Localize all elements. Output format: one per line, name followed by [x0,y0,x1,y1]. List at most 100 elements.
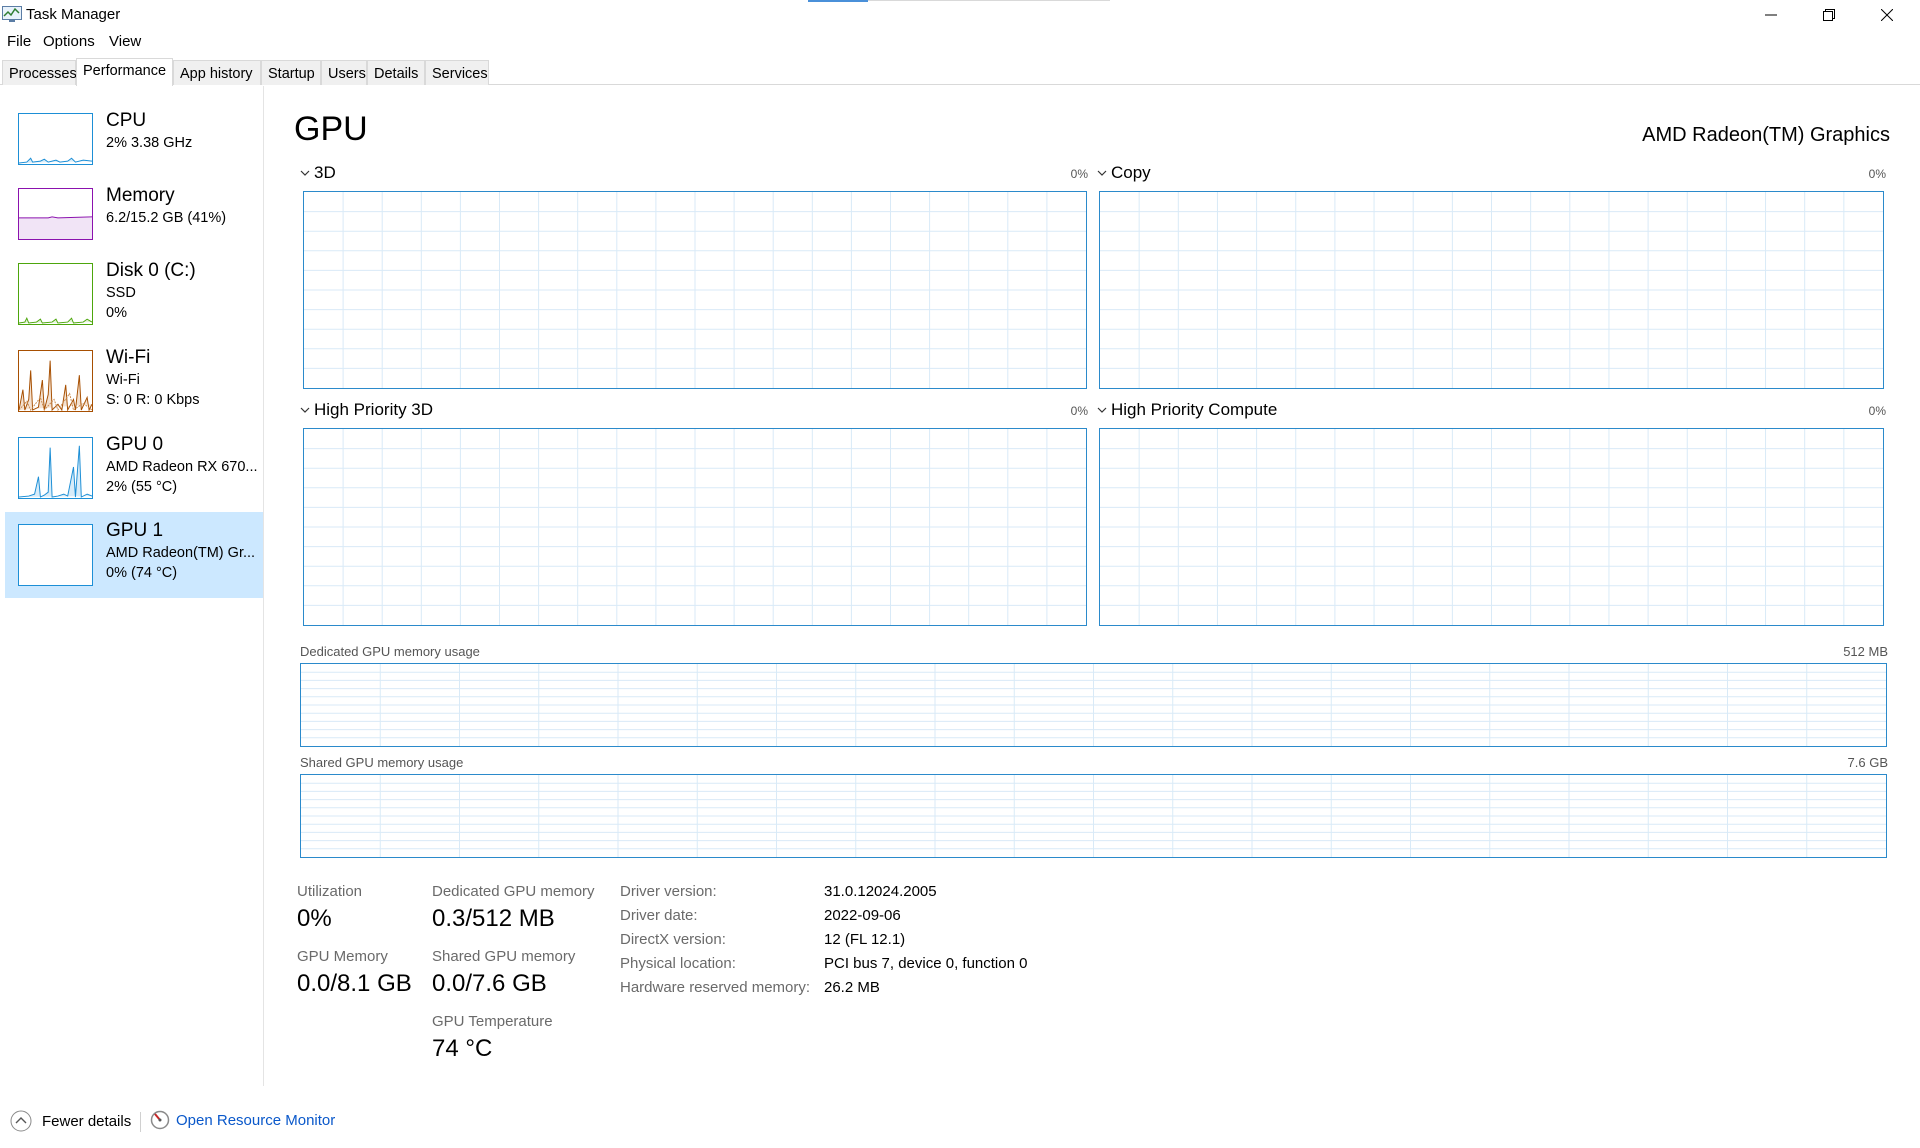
sidebar-item-value: S: 0 R: 0 Kbps [106,392,200,408]
chevron-up-circle-icon [10,1110,32,1132]
fewer-details-label: Fewer details [42,1112,132,1130]
menu-bar: File Options View [0,30,1920,54]
title-divider-line [868,0,1110,1]
sidebar-item-detail: SSD [106,285,136,301]
engine-graph-high-priority-compute [1099,428,1884,626]
sidebar-item-value: 0% [106,305,127,321]
gpu-temperature-label: GPU Temperature [432,1013,553,1030]
tab-services[interactable]: Services [425,60,489,85]
chevron-down-icon [1097,407,1107,413]
minimize-button[interactable] [1742,0,1800,30]
physical-location-label: Physical location: [620,955,736,972]
gpu-device-name: AMD Radeon(TM) Graphics [1642,124,1890,146]
tab-users[interactable]: Users [321,60,367,85]
minimize-icon [1765,14,1777,16]
sidebar-item-memory[interactable]: Memory 6.2/15.2 GB (41%) [5,181,263,267]
sidebar-item-label: GPU 0 [106,434,164,455]
engine-selector-high-priority-compute[interactable]: High Priority Compute [1097,400,1277,420]
dedicated-memory-value: 0.3/512 MB [432,905,555,932]
footer-separator [140,1112,141,1132]
menu-file[interactable]: File [7,33,31,50]
shared-memory-graph-label: Shared GPU memory usage [300,755,464,770]
gpu-memory-value: 0.0/8.1 GB [297,970,412,997]
driver-version-label: Driver version: [620,883,717,900]
dedicated-memory-graph-label: Dedicated GPU memory usage [300,644,480,659]
sidebar-item-detail: Wi-Fi [106,372,140,388]
graph-grid [301,664,1886,746]
tab-processes[interactable]: Processes [2,60,77,85]
engine-graph-high-priority-3d [303,428,1087,626]
sidebar-item-detail: 6.2/15.2 GB (41%) [106,210,227,226]
engine-graph-3d [303,191,1087,389]
shared-memory-value: 0.0/7.6 GB [432,970,547,997]
resource-list: CPU 2% 3.38 GHz Memory 6.2/15.2 GB (41%)… [0,86,264,1086]
menu-options[interactable]: Options [43,33,95,50]
engine-selector-high-priority-3d[interactable]: High Priority 3D [300,400,433,420]
wifi-thumbnail-graph [18,350,93,412]
engine-graph-copy [1099,191,1884,389]
memory-thumbnail-graph [18,188,93,240]
engine-label: 3D [314,163,336,182]
engine-percent: 0% [1868,404,1886,418]
title-bar: Task Manager [0,0,1920,30]
chevron-down-icon [300,407,310,413]
engine-label: High Priority 3D [314,400,434,419]
task-manager-app-icon [2,6,22,22]
driver-version-value: 31.0.12024.2005 [824,883,937,900]
fewer-details-button[interactable]: Fewer details [10,1110,131,1132]
gpu0-thumbnail-graph [18,437,93,499]
sidebar-item-detail: AMD Radeon(TM) Gr... [106,545,256,561]
sidebar-item-label: Disk 0 (C:) [106,260,196,281]
engine-label: Copy [1111,163,1151,182]
sidebar-item-cpu[interactable]: CPU 2% 3.38 GHz [5,106,263,192]
gpu1-thumbnail-graph [18,524,93,586]
driver-date-label: Driver date: [620,907,698,924]
menu-view[interactable]: View [109,33,141,50]
sidebar-item-label: Wi-Fi [106,347,151,368]
graph-grid [304,192,1086,388]
sidebar-item-value: 2% (55 °C) [106,479,178,495]
sidebar-item-gpu-1[interactable]: GPU 1 AMD Radeon(TM) Gr... 0% (74 °C) [5,512,263,598]
engine-percent: 0% [1070,167,1088,181]
sidebar-item-label: CPU [106,110,147,131]
open-resource-monitor-label: Open Resource Monitor [176,1111,336,1129]
sidebar-item-value: 0% (74 °C) [106,565,178,581]
sidebar-item-label: GPU 1 [106,520,164,541]
gpu-temperature-value: 74 °C [432,1035,493,1062]
title-accent-line [808,0,868,2]
cpu-thumbnail-graph [18,113,93,165]
open-resource-monitor-link[interactable]: Open Resource Monitor [150,1110,335,1130]
chevron-down-icon [300,170,310,176]
sidebar-item-detail: 2% 3.38 GHz [106,135,193,151]
dedicated-memory-label: Dedicated GPU memory [432,883,595,900]
sidebar-item-gpu-0[interactable]: GPU 0 AMD Radeon RX 670... 2% (55 °C) [5,430,263,516]
close-button[interactable] [1858,0,1916,30]
shared-memory-graph [300,774,1887,858]
sidebar-item-label: Memory [106,185,175,206]
sidebar-item-disk[interactable]: Disk 0 (C:) SSD 0% [5,256,263,342]
engine-selector-copy[interactable]: Copy [1097,163,1151,183]
window-title: Task Manager [26,6,121,23]
utilization-value: 0% [297,905,332,932]
directx-version-value: 12 (FL 12.1) [824,931,906,948]
shared-memory-label: Shared GPU memory [432,948,576,965]
physical-location-value: PCI bus 7, device 0, function 0 [824,955,1028,972]
tab-performance[interactable]: Performance [76,58,173,86]
tab-details[interactable]: Details [367,60,425,85]
graph-grid [304,429,1086,625]
hardware-reserved-memory-value: 26.2 MB [824,979,880,996]
sidebar-item-wifi[interactable]: Wi-Fi Wi-Fi S: 0 R: 0 Kbps [5,343,263,429]
restore-button[interactable] [1800,0,1858,30]
engine-percent: 0% [1070,404,1088,418]
tab-startup[interactable]: Startup [261,60,321,85]
engine-selector-3d[interactable]: 3D [300,163,336,183]
disk-thumbnail-graph [18,263,93,325]
graph-grid [1100,192,1883,388]
hardware-reserved-memory-label: Hardware reserved memory: [620,979,811,996]
engine-label: High Priority Compute [1111,400,1278,419]
page-title: GPU [294,110,368,148]
dedicated-memory-graph [300,663,1887,747]
status-bar: Fewer details Open Resource Monitor [0,1102,1920,1142]
chevron-down-icon [1097,170,1107,176]
tab-app-history[interactable]: App history [173,60,261,85]
